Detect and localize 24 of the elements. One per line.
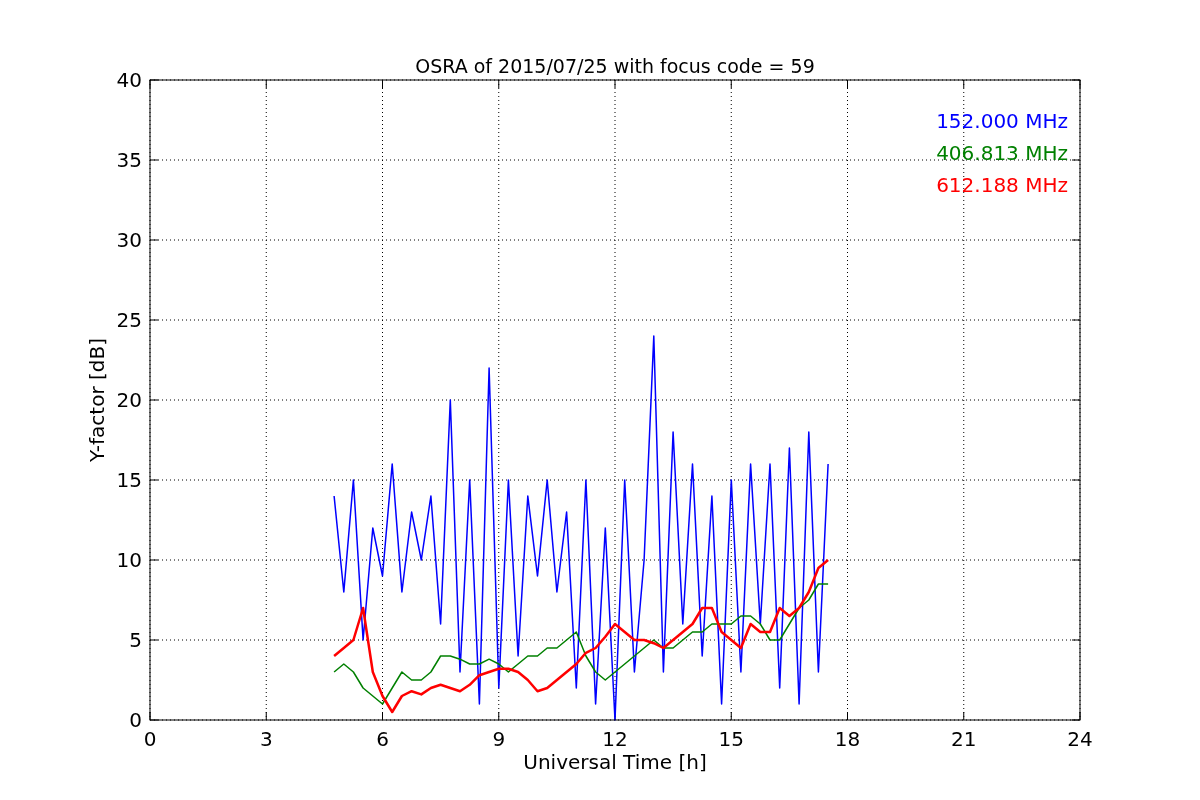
y-tick-label: 5	[129, 628, 142, 652]
y-tick-label: 35	[116, 148, 142, 172]
x-tick-label: 15	[718, 727, 744, 751]
y-tick-label: 0	[129, 708, 142, 732]
legend-label: 152.000 MHz	[936, 109, 1068, 133]
legend-label: 406.813 MHz	[936, 141, 1068, 165]
y-tick-label: 15	[116, 468, 142, 492]
x-tick-label: 12	[602, 727, 628, 751]
y-tick-label: 25	[116, 308, 142, 332]
x-tick-label: 0	[143, 727, 157, 751]
y-tick-label: 40	[116, 68, 142, 92]
y-tick-label: 20	[116, 388, 142, 412]
legend-label: 612.188 MHz	[936, 173, 1068, 197]
x-tick-label: 6	[376, 727, 389, 751]
chart-title: OSRA of 2015/07/25 with focus code = 59	[415, 55, 815, 77]
y-axis-label: Y-factor [dB]	[85, 338, 109, 462]
x-tick-label: 18	[834, 727, 861, 751]
x-tick-label: 24	[1067, 727, 1093, 751]
x-tick-label: 21	[951, 727, 977, 751]
y-tick-label: 30	[116, 228, 142, 252]
x-axis-label: Universal Time [h]	[523, 750, 707, 774]
y-tick-label: 10	[116, 548, 142, 572]
x-tick-label: 9	[492, 727, 506, 751]
x-tick-label: 3	[259, 727, 273, 751]
